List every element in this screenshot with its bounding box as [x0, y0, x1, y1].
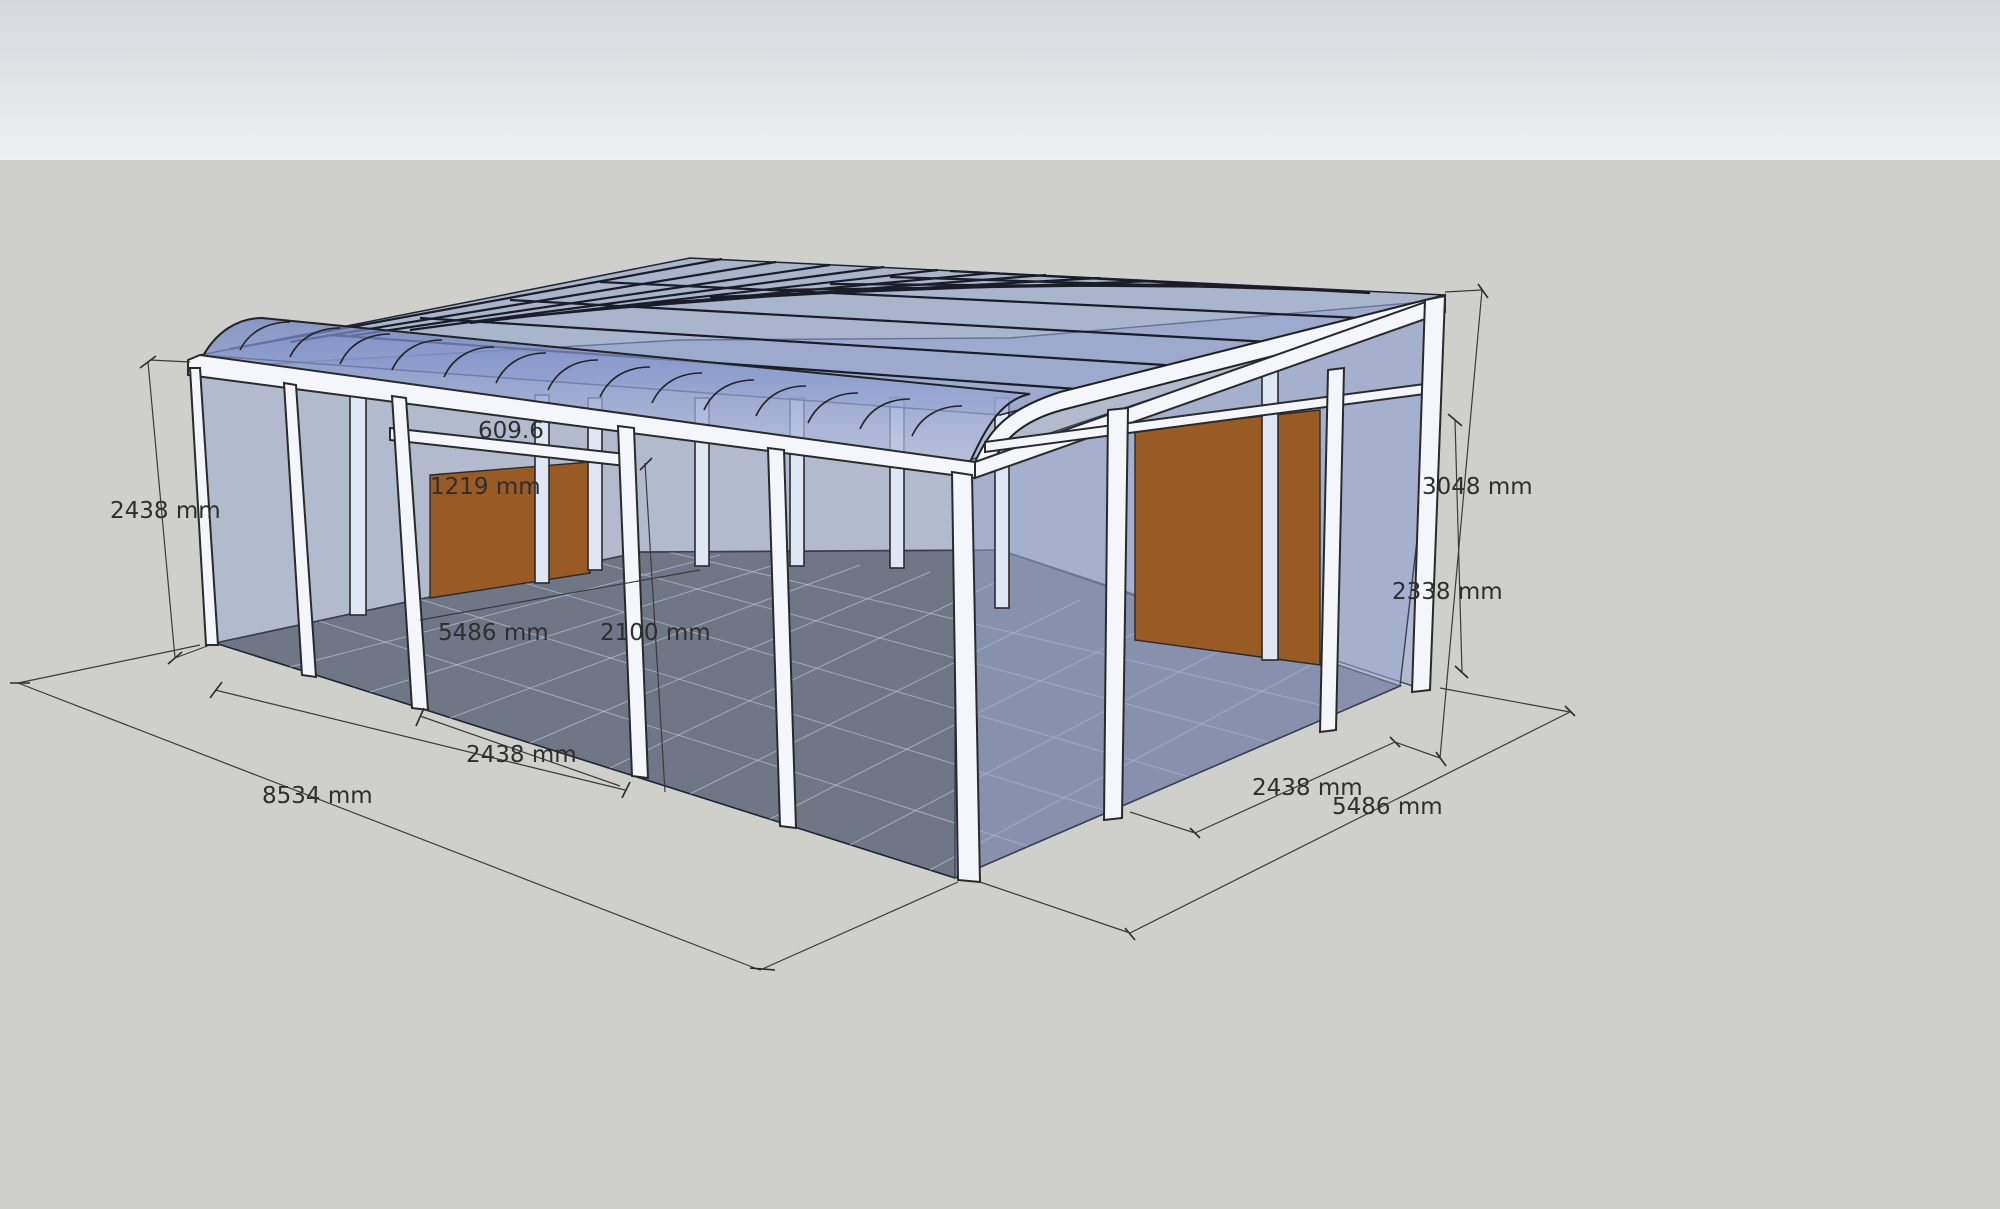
dim-transom-width: 609.6: [478, 418, 544, 444]
sketchup-viewport[interactable]: 2438 mm 8534 mm 2438 mm 5486 mm 2100 mm …: [0, 0, 2000, 1209]
dim-height-side: 2338 mm: [1392, 579, 1503, 605]
dim-inner-depth: 5486 mm: [438, 620, 549, 646]
dim-height-total: 3048 mm: [1422, 474, 1533, 500]
dim-width-front: 8534 mm: [262, 783, 373, 809]
dim-depth-side: 5486 mm: [1332, 794, 1443, 820]
sky: [0, 0, 2000, 160]
dim-transom-height: 1219 mm: [430, 474, 541, 500]
dim-bay-front: 2438 mm: [466, 742, 577, 768]
carport-model-drawing: 2438 mm 8534 mm 2438 mm 5486 mm 2100 mm …: [0, 0, 2000, 1209]
dim-height-left: 2438 mm: [110, 498, 221, 524]
dim-door-height: 2100 mm: [600, 620, 711, 646]
